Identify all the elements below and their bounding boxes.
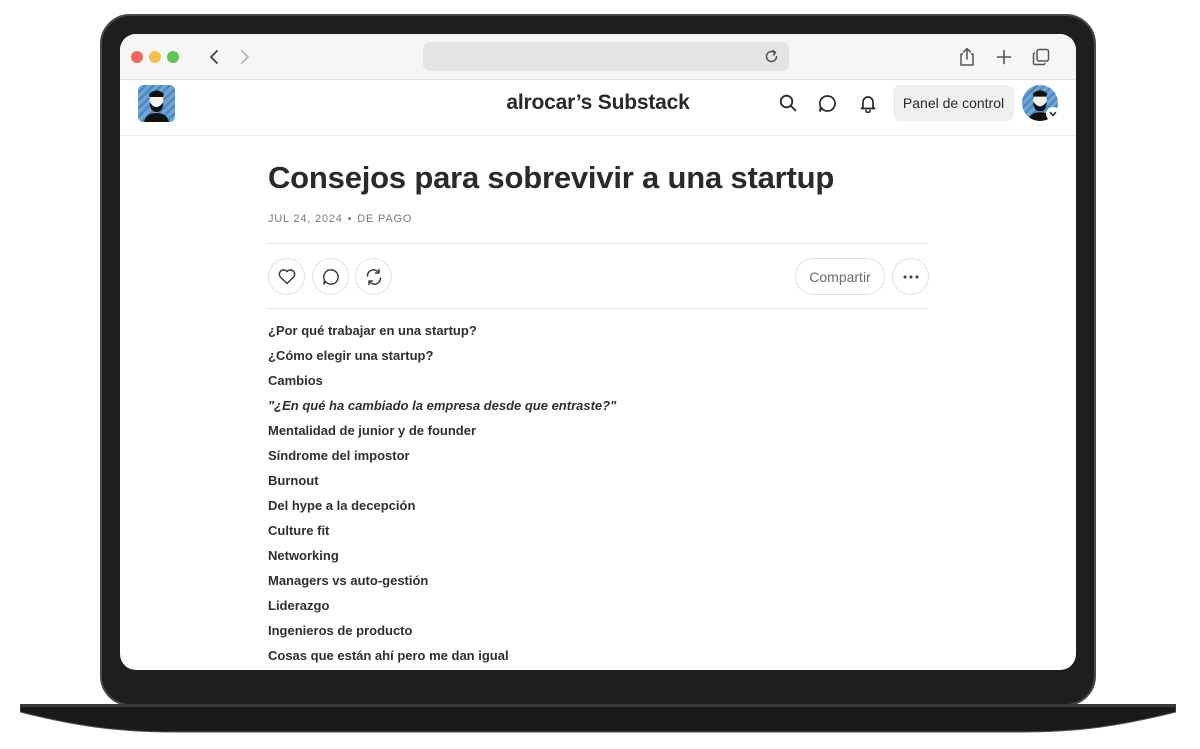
minimize-window-button[interactable] — [149, 51, 161, 63]
post-access-badge: DE PAGO — [357, 213, 413, 225]
toc-item[interactable]: Ingenieros de producto — [268, 623, 616, 648]
zoom-window-button[interactable] — [167, 51, 179, 63]
plus-icon[interactable] — [993, 46, 1015, 68]
chevron-down-icon[interactable] — [1046, 107, 1060, 121]
comment-icon — [322, 268, 339, 285]
dashboard-button[interactable]: Panel de control — [893, 85, 1014, 121]
toc-item[interactable]: Burnout — [268, 473, 616, 498]
share-button[interactable]: Compartir — [795, 258, 885, 295]
close-window-button[interactable] — [131, 51, 143, 63]
more-icon — [903, 275, 918, 278]
toc-item[interactable]: "¿En qué ha cambiado la empresa desde qu… — [268, 398, 616, 423]
toc-item[interactable]: Cosas que están ahí pero me dan igual — [268, 648, 616, 670]
reload-icon[interactable] — [764, 49, 779, 64]
toc-item[interactable]: Networking — [268, 548, 616, 573]
browser-toolbar — [120, 34, 1076, 80]
bell-icon[interactable] — [857, 92, 879, 114]
divider — [268, 308, 928, 309]
toc-item[interactable]: ¿Cómo elegir una startup? — [268, 348, 616, 373]
heart-icon — [278, 269, 295, 285]
tabs-icon[interactable] — [1030, 46, 1052, 68]
screen: alrocar’s Substack Panel de control Cons… — [120, 34, 1076, 670]
laptop-base — [20, 704, 1176, 734]
post-date: JUL 24, 2024 — [268, 213, 343, 225]
toc-item[interactable]: Mentalidad de junior y de founder — [268, 423, 616, 448]
chevron-right-icon[interactable] — [233, 46, 255, 68]
toc-item[interactable]: Cambios — [268, 373, 616, 398]
post-meta: JUL 24, 2024 • DE PAGO — [268, 213, 412, 225]
table-of-contents: ¿Por qué trabajar en una startup? ¿Cómo … — [268, 323, 616, 670]
toc-item[interactable]: ¿Por qué trabajar en una startup? — [268, 323, 616, 348]
toc-item[interactable]: Managers vs auto-gestión — [268, 573, 616, 598]
address-bar[interactable] — [423, 42, 789, 71]
chat-icon[interactable] — [816, 92, 838, 114]
restack-button[interactable] — [355, 258, 392, 295]
post-title: Consejos para sobrevivir a una startup — [268, 160, 835, 195]
like-button[interactable] — [268, 258, 305, 295]
search-icon[interactable] — [777, 92, 799, 114]
comment-button[interactable] — [312, 258, 349, 295]
toc-item[interactable]: Liderazgo — [268, 598, 616, 623]
site-header: alrocar’s Substack Panel de control — [120, 80, 1076, 136]
toc-item[interactable]: Del hype a la decepción — [268, 498, 616, 523]
meta-separator: • — [347, 213, 353, 225]
chevron-left-icon[interactable] — [204, 46, 226, 68]
share-icon[interactable] — [956, 46, 978, 68]
toc-item[interactable]: Culture fit — [268, 523, 616, 548]
toc-item[interactable]: Síndrome del impostor — [268, 448, 616, 473]
more-options-button[interactable] — [892, 258, 929, 295]
restack-icon — [366, 268, 381, 285]
divider — [268, 243, 928, 244]
